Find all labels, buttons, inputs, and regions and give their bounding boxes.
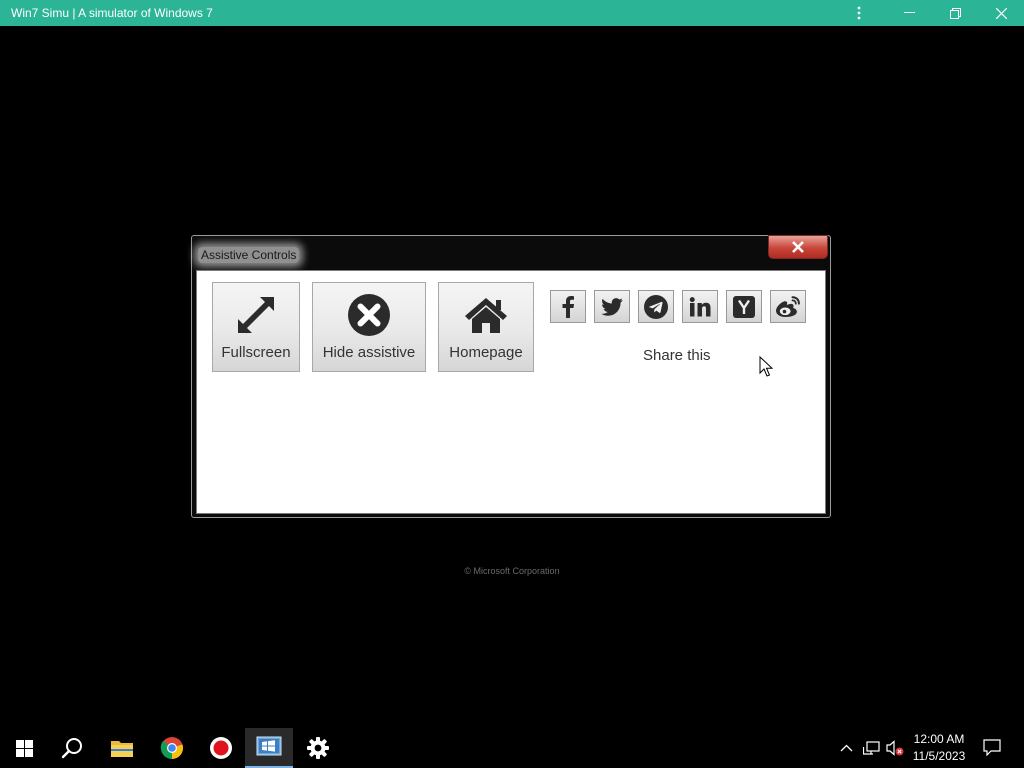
homepage-button[interactable]: Homepage <box>438 282 534 372</box>
file-explorer-icon <box>111 741 133 757</box>
start-button[interactable] <box>0 728 48 768</box>
search-icon <box>61 738 82 759</box>
homepage-label: Homepage <box>449 344 523 361</box>
clock-date: 11/5/2023 <box>912 749 966 763</box>
taskbar: 12:00 AM 11/5/2023 <box>0 728 1024 768</box>
dialog-title: Assistive Controls <box>198 247 300 263</box>
restore-icon <box>949 7 961 19</box>
win7simu-app-icon <box>256 736 282 756</box>
network-icon <box>863 740 880 755</box>
dialog-close-button[interactable] <box>768 235 828 259</box>
screen-recorder-icon <box>210 737 232 759</box>
restore-button[interactable] <box>932 0 978 26</box>
settings-icon <box>307 737 329 759</box>
window-title: Win7 Simu | A simulator of Windows 7 <box>11 6 213 20</box>
volume-button[interactable] <box>886 740 904 756</box>
screen-recorder-button[interactable] <box>197 728 245 768</box>
start-icon <box>15 739 33 757</box>
network-button[interactable] <box>863 740 880 756</box>
minimize-button[interactable] <box>886 0 932 26</box>
volume-muted-icon <box>886 740 904 756</box>
dialog-body: Fullscreen Hide assistive Homepage Share… <box>196 270 826 514</box>
more-vertical-icon <box>857 6 861 20</box>
app-titlebar: Win7 Simu | A simulator of Windows 7 <box>0 0 1024 26</box>
notification-icon <box>983 738 1001 756</box>
close-icon <box>792 241 804 253</box>
taskbar-clock[interactable]: 12:00 AM 11/5/2023 <box>904 731 974 765</box>
share-this-label: Share this <box>643 347 711 364</box>
close-window-button[interactable] <box>978 0 1024 26</box>
fullscreen-label: Fullscreen <box>221 344 291 361</box>
mouse-cursor-icon <box>759 356 773 377</box>
expand-arrows-icon <box>234 292 278 338</box>
linkedin-icon <box>689 296 711 316</box>
hide-assistive-label: Hide assistive <box>322 344 416 361</box>
settings-button[interactable] <box>294 728 342 768</box>
search-button[interactable] <box>48 728 96 768</box>
share-weibo-button[interactable] <box>770 290 806 323</box>
copyright-text: © Microsoft Corporation <box>464 566 560 576</box>
telegram-icon <box>644 294 668 319</box>
hide-assistive-button[interactable]: Hide assistive <box>312 282 426 372</box>
minimize-icon <box>903 12 915 13</box>
share-linkedin-button[interactable] <box>682 290 718 323</box>
fullscreen-button[interactable]: Fullscreen <box>212 282 300 372</box>
share-telegram-button[interactable] <box>638 290 674 323</box>
facebook-icon <box>562 295 574 318</box>
chrome-icon <box>160 737 184 759</box>
share-hacker-news-button[interactable] <box>726 290 762 323</box>
chevron-up-icon <box>840 744 853 752</box>
weibo-icon <box>776 295 800 317</box>
close-icon <box>995 7 1007 19</box>
share-twitter-button[interactable] <box>594 290 630 323</box>
win7simu-taskbar-button[interactable] <box>245 728 293 768</box>
action-center-button[interactable] <box>983 738 1001 756</box>
twitter-icon <box>601 297 623 316</box>
hacker-news-icon <box>733 295 755 318</box>
clock-time: 12:00 AM <box>913 732 965 746</box>
assistive-controls-dialog: Assistive Controls Fullscreen Hide assis… <box>191 235 831 518</box>
show-hidden-icons-button[interactable] <box>840 740 853 756</box>
chrome-button[interactable] <box>148 728 196 768</box>
close-circle-icon <box>347 292 391 338</box>
more-options-button[interactable] <box>836 0 882 26</box>
home-icon <box>463 292 509 338</box>
share-facebook-button[interactable] <box>550 290 586 323</box>
file-explorer-button[interactable] <box>98 728 146 768</box>
